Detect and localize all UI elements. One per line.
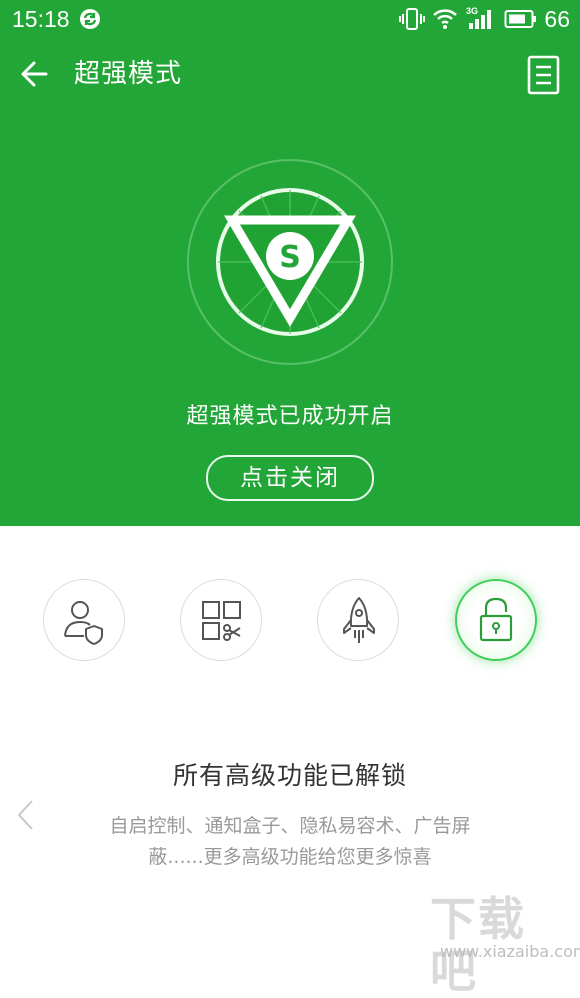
vibrate-icon <box>399 8 425 30</box>
wifi-icon <box>433 9 457 29</box>
watermark-url: www.xiazaiba.com <box>440 942 580 961</box>
rocket-icon <box>343 597 375 643</box>
feature-title: 所有高级功能已解锁 <box>172 761 407 790</box>
app-grid-scissors-icon <box>202 601 241 641</box>
sync-icon <box>80 9 100 29</box>
svg-text:3G: 3G <box>466 6 478 16</box>
chevron-left-icon[interactable] <box>14 797 38 833</box>
back-arrow-icon[interactable] <box>16 54 56 94</box>
mode-status-text: 超强模式已成功开启 <box>186 404 394 429</box>
close-mode-button[interactable]: 点击关闭 <box>206 455 374 501</box>
watermark: 下载吧 www.xiazaiba.com <box>430 893 580 997</box>
app-bar: 超强模式 <box>0 38 580 110</box>
document-icon[interactable] <box>524 54 564 96</box>
feature-advanced-unlock[interactable] <box>455 579 537 661</box>
feature-privacy-protection[interactable] <box>43 579 125 661</box>
feature-app-management[interactable] <box>180 579 262 661</box>
signal-3g-icon: 3G <box>466 6 491 29</box>
battery-level: 66 <box>544 6 570 32</box>
feature-description: 自启控制、通知盒子、隐私易容术、广告屏蔽......更多高级功能给您更多惊喜 <box>109 815 471 868</box>
battery-icon <box>504 10 536 28</box>
emblem-letter: S <box>279 240 301 275</box>
status-bar: 15:18 3G 66 <box>0 0 580 38</box>
user-shield-icon <box>64 601 103 645</box>
super-mode-emblem: S <box>186 158 394 366</box>
feature-speed-boost[interactable] <box>317 579 399 661</box>
unlock-icon <box>479 597 513 642</box>
page-title: 超强模式 <box>74 59 183 89</box>
status-time: 15:18 <box>12 6 70 32</box>
